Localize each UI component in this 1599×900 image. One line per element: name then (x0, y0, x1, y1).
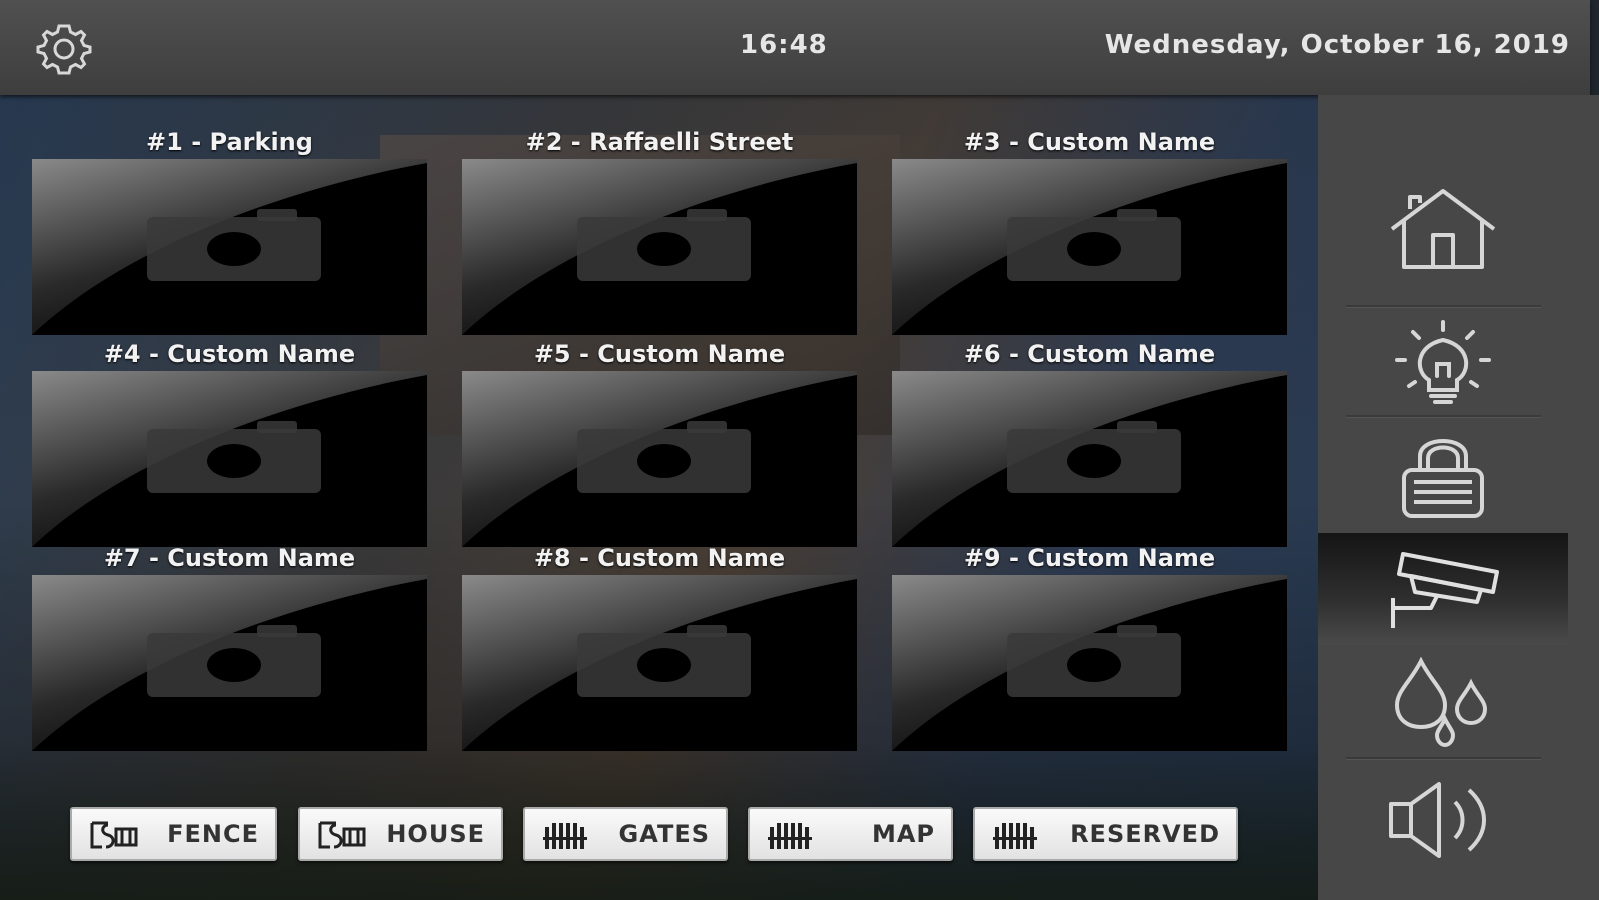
gear-icon[interactable] (33, 20, 95, 78)
gate-icon (543, 823, 587, 849)
camera-title: #6 - Custom Name (963, 340, 1216, 368)
fence-icon (90, 821, 138, 849)
camera-view[interactable] (462, 371, 857, 547)
camera-view[interactable] (462, 159, 857, 335)
camera-title: #7 - Custom Name (103, 544, 356, 572)
map-label: MAP (871, 820, 935, 848)
camera-view[interactable] (32, 159, 427, 335)
water-drops-icon (1394, 657, 1488, 747)
camera-view[interactable] (892, 159, 1287, 335)
cctv-camera-icon (1391, 552, 1499, 628)
camera-tile-1: #1 - Parking (32, 125, 427, 335)
camera-title: #8 - Custom Name (533, 544, 786, 572)
divider (1346, 305, 1541, 307)
camera-title: #1 - Parking (146, 128, 313, 156)
camera-placeholder-icon (147, 625, 321, 697)
camera-placeholder-icon (1007, 421, 1181, 493)
camera-title: #9 - Custom Name (963, 544, 1216, 572)
lock-icon (1402, 439, 1484, 518)
camera-tile-6: #6 - Custom Name (892, 337, 1287, 547)
camera-view[interactable] (892, 371, 1287, 547)
sidebar-item-irrigation[interactable] (1318, 647, 1568, 757)
gates-button[interactable]: GATES (523, 807, 728, 861)
camera-grid: #1 - Parking #2 - Raffaelli Street #3 - … (32, 125, 1312, 765)
gate-icon (993, 823, 1037, 849)
reserved-button[interactable]: RESERVED (973, 807, 1238, 861)
camera-title: #3 - Custom Name (963, 128, 1216, 156)
clock-time: 16:48 (740, 30, 828, 60)
home-icon (1390, 189, 1496, 269)
camera-tile-9: #9 - Custom Name (892, 541, 1287, 751)
camera-view[interactable] (462, 575, 857, 751)
camera-placeholder-icon (577, 421, 751, 493)
sidebar-item-home[interactable] (1318, 135, 1568, 325)
house-label: HOUSE (386, 820, 485, 848)
camera-title: #2 - Raffaelli Street (525, 128, 794, 156)
camera-placeholder-icon (577, 209, 751, 281)
camera-title: #4 - Custom Name (103, 340, 356, 368)
camera-view[interactable] (32, 575, 427, 751)
divider (1346, 415, 1541, 417)
camera-tile-4: #4 - Custom Name (32, 337, 427, 547)
camera-placeholder-icon (147, 209, 321, 281)
camera-tile-7: #7 - Custom Name (32, 541, 427, 751)
sidebar-nav (1318, 95, 1599, 900)
camera-placeholder-icon (1007, 209, 1181, 281)
map-button[interactable]: MAP (748, 807, 953, 861)
camera-view[interactable] (892, 575, 1287, 751)
fence-icon (318, 821, 366, 849)
speaker-icon (1389, 782, 1486, 858)
camera-placeholder-icon (1007, 625, 1181, 697)
house-button[interactable]: HOUSE (298, 807, 503, 861)
camera-placeholder-icon (577, 625, 751, 697)
top-bar: 16:48 Wednesday, October 16, 2019 (0, 0, 1590, 95)
gates-label: GATES (618, 820, 710, 848)
fence-label: FENCE (167, 820, 259, 848)
camera-placeholder-icon (147, 421, 321, 493)
camera-title: #5 - Custom Name (533, 340, 786, 368)
camera-tile-8: #8 - Custom Name (462, 541, 857, 751)
reserved-label: RESERVED (1070, 820, 1220, 848)
current-date: Wednesday, October 16, 2019 (1104, 30, 1570, 60)
lightbulb-icon (1395, 319, 1491, 404)
sidebar-item-cameras[interactable] (1318, 533, 1568, 645)
gate-icon (768, 823, 812, 849)
camera-tile-3: #3 - Custom Name (892, 125, 1287, 335)
sidebar-item-audio[interactable] (1318, 760, 1568, 880)
fence-button[interactable]: FENCE (70, 807, 277, 861)
sidebar-item-lighting[interactable] (1318, 310, 1568, 415)
camera-tile-5: #5 - Custom Name (462, 337, 857, 547)
camera-tile-2: #2 - Raffaelli Street (462, 125, 857, 335)
divider (1346, 757, 1541, 759)
sidebar-item-security[interactable] (1318, 420, 1568, 530)
camera-view[interactable] (32, 371, 427, 547)
